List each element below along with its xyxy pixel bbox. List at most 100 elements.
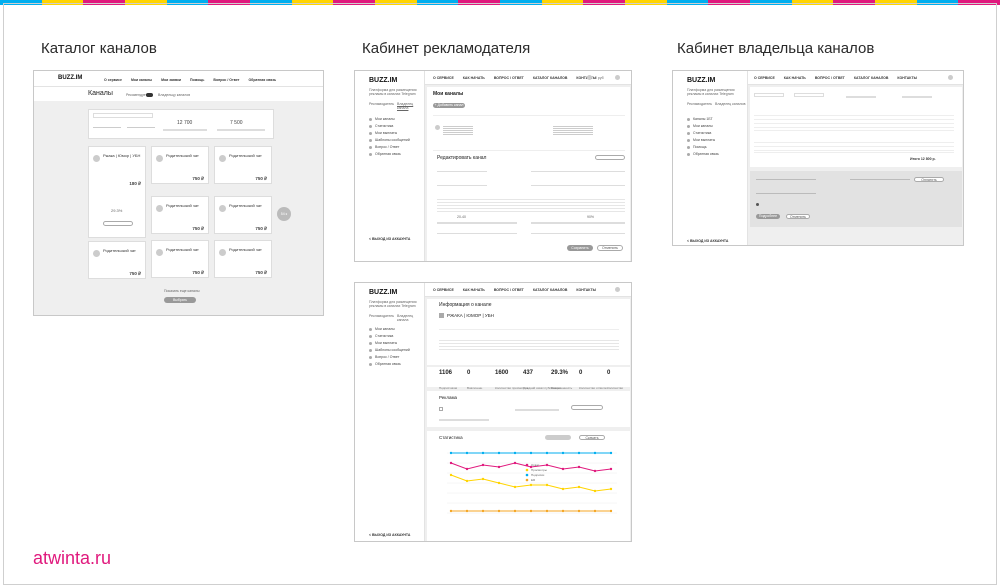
owner-slider-2[interactable] bbox=[902, 96, 932, 98]
toggle-switch[interactable] bbox=[146, 93, 153, 97]
field-desc[interactable] bbox=[531, 185, 625, 186]
sidebar-item[interactable]: Помощь bbox=[687, 145, 719, 149]
sidebar-item[interactable]: Мои каналы bbox=[369, 117, 410, 121]
logo[interactable]: BUZZ.IM bbox=[687, 77, 715, 84]
table-row[interactable] bbox=[433, 121, 625, 151]
owner-filter-2[interactable] bbox=[794, 93, 824, 97]
nav-link[interactable]: О СЕРВИСЕ bbox=[754, 76, 775, 80]
field-link[interactable] bbox=[531, 171, 625, 172]
user-icon[interactable] bbox=[615, 287, 620, 292]
channel-card[interactable]: Родительский чат 750 ₽ bbox=[151, 196, 209, 234]
channel-card[interactable]: Родительский чат 750 ₽ bbox=[151, 146, 209, 184]
field-cat[interactable] bbox=[437, 185, 487, 186]
confirm-button[interactable]: Подробнее bbox=[756, 214, 780, 219]
nav-link[interactable]: О СЕРВИСЕ bbox=[433, 76, 454, 80]
tab-other[interactable]: Владельцу каналов bbox=[158, 93, 190, 97]
price-slider[interactable] bbox=[163, 129, 207, 131]
logo[interactable]: BUZZ.IM bbox=[369, 77, 397, 84]
channel-card[interactable]: Родительский чат 750 ₽ bbox=[151, 240, 209, 278]
side-counter[interactable]: 54 к bbox=[277, 207, 291, 221]
tab-owner[interactable]: Владелец канала bbox=[397, 102, 424, 110]
ads-slider[interactable] bbox=[515, 409, 559, 411]
field-comment[interactable] bbox=[531, 233, 625, 234]
nav-link[interactable]: Мои заявки bbox=[161, 78, 181, 82]
sidebar-item[interactable]: Статистика bbox=[369, 334, 410, 338]
sidebar-item[interactable]: Мои выплаты bbox=[687, 138, 719, 142]
channel-card[interactable]: Родительский чат 750 ₽ bbox=[88, 241, 146, 279]
sidebar-item[interactable]: Шаблоны сообщений bbox=[369, 138, 410, 142]
sidebar-item[interactable]: Статистика bbox=[687, 131, 719, 135]
tab-owner[interactable]: Владелец канала bbox=[397, 314, 424, 322]
sidebar-item[interactable]: Мои выплаты bbox=[369, 131, 410, 135]
nav-link[interactable]: Мои каналы bbox=[131, 78, 152, 82]
nav-link[interactable]: О СЕРВИСЕ bbox=[433, 288, 454, 292]
nav-link[interactable]: КАТАЛОГ КАНАЛОВ bbox=[533, 288, 568, 292]
save-button[interactable]: Сохранить bbox=[567, 245, 593, 251]
reach-slider[interactable] bbox=[217, 129, 265, 131]
payment-field-3[interactable] bbox=[756, 193, 816, 194]
sidebar-item[interactable]: Шаблоны сообщений bbox=[369, 348, 410, 352]
logout-link[interactable]: < ВЫХОД ИЗ АККАУНТА bbox=[369, 237, 410, 241]
tab-advertiser[interactable]: Рекламодатель bbox=[369, 314, 394, 318]
sidebar-item[interactable]: Вопрос / Ответ bbox=[369, 145, 410, 149]
site-link[interactable]: atwinta.ru bbox=[33, 548, 111, 569]
search-input[interactable] bbox=[93, 113, 153, 118]
nav-link[interactable]: Вопрос / Ответ bbox=[213, 78, 239, 82]
filter-select-2[interactable] bbox=[127, 124, 155, 128]
age-slider[interactable] bbox=[437, 222, 517, 224]
owner-slider[interactable] bbox=[846, 96, 876, 98]
avatar[interactable] bbox=[587, 75, 592, 80]
sidebar-item[interactable]: Обратная связь bbox=[687, 152, 719, 156]
nav-link[interactable]: ВОПРОС / ОТВЕТ bbox=[494, 288, 524, 292]
tab-advertiser[interactable]: Рекламодатель bbox=[687, 102, 712, 106]
logout-link[interactable]: < ВЫХОД ИЗ АККАУНТА bbox=[369, 533, 410, 537]
cancel-button[interactable]: Отменить bbox=[786, 214, 810, 219]
channel-card[interactable]: Ржака | Юмор | УБН 180 ₽ 29.3% bbox=[88, 146, 146, 238]
nav-link[interactable]: Обратная связь bbox=[248, 78, 276, 82]
cancel-button[interactable]: Отменить bbox=[597, 245, 623, 251]
sidebar-item[interactable]: Мои каналы bbox=[687, 124, 719, 128]
card-button[interactable] bbox=[103, 221, 133, 226]
channel-card[interactable]: Родительский чат 750 ₽ bbox=[214, 196, 272, 234]
nav-link[interactable]: КАК НАЧАТЬ bbox=[784, 76, 806, 80]
tab-owner[interactable]: Владелец каналов bbox=[715, 102, 745, 106]
radio-option[interactable] bbox=[756, 203, 759, 206]
logo[interactable]: BUZZ.IM bbox=[369, 289, 397, 296]
channel-card[interactable]: Родительский чат 750 ₽ bbox=[214, 146, 272, 184]
chart-download-button[interactable]: Скачать bbox=[579, 435, 605, 440]
nav-link[interactable]: Помощь bbox=[190, 78, 204, 82]
sidebar-item[interactable]: Каналы 1БТ bbox=[687, 117, 719, 121]
sidebar-item[interactable]: Статистика bbox=[369, 124, 410, 128]
nav-link[interactable]: О сервисе bbox=[104, 78, 122, 82]
user-icon[interactable] bbox=[615, 75, 620, 80]
nav-link[interactable]: КОНТАКТЫ bbox=[576, 288, 596, 292]
nav-link[interactable]: ВОПРОС / ОТВЕТ bbox=[815, 76, 845, 80]
field-price[interactable] bbox=[437, 233, 517, 234]
sidebar-item[interactable]: Обратная связь bbox=[369, 362, 410, 366]
field-name[interactable] bbox=[437, 171, 487, 172]
filter-select[interactable] bbox=[93, 124, 121, 128]
add-channel-button[interactable]: + Добавить канал bbox=[433, 103, 465, 108]
ads-checkbox[interactable] bbox=[439, 407, 443, 411]
nav-link[interactable]: КАК НАЧАТЬ bbox=[463, 76, 485, 80]
nav-link[interactable]: КАК НАЧАТЬ bbox=[463, 288, 485, 292]
sidebar-item[interactable]: Обратная связь bbox=[369, 152, 410, 156]
owner-filter[interactable] bbox=[754, 93, 784, 97]
tab-advertiser[interactable]: Рекламодатель bbox=[369, 102, 394, 106]
logout-link[interactable]: < ВЫХОД ИЗ АККАУНТА bbox=[687, 239, 728, 243]
nav-link[interactable]: КАТАЛОГ КАНАЛОВ bbox=[854, 76, 889, 80]
sidebar-item[interactable]: Мои каналы bbox=[369, 327, 410, 331]
chart-period-button[interactable] bbox=[545, 435, 571, 440]
channel-card[interactable]: Родительский чат 750 ₽ bbox=[214, 240, 272, 278]
table-row[interactable] bbox=[754, 139, 954, 153]
ads-button[interactable] bbox=[571, 405, 603, 410]
more-link[interactable]: Показать еще каналы bbox=[164, 289, 200, 293]
payment-field-2[interactable] bbox=[850, 179, 910, 180]
user-icon[interactable] bbox=[948, 75, 953, 80]
select-button[interactable]: Выбрать bbox=[164, 297, 196, 303]
table-row[interactable] bbox=[754, 115, 954, 131]
nav-link[interactable]: ВОПРОС / ОТВЕТ bbox=[494, 76, 524, 80]
percent-slider[interactable] bbox=[531, 222, 625, 224]
edit-button[interactable] bbox=[595, 155, 625, 160]
pay-button[interactable]: Оплатить bbox=[914, 177, 944, 182]
